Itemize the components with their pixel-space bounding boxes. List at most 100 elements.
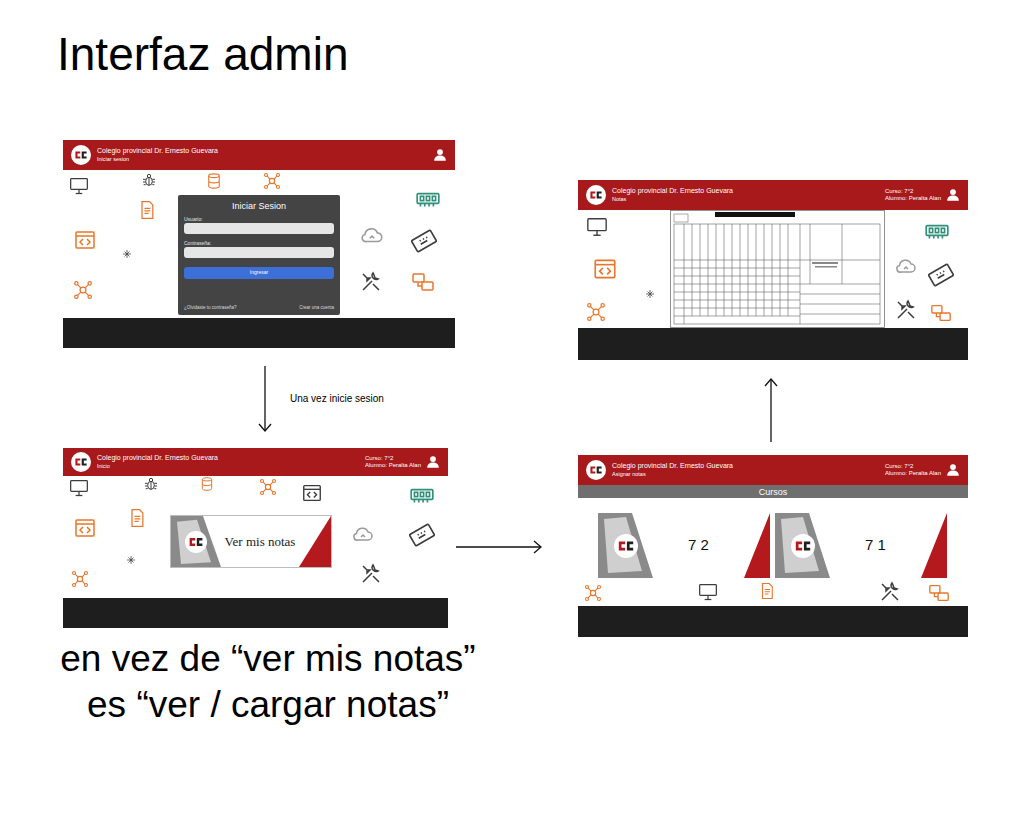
code-window-icon: [592, 256, 618, 282]
course-label: Curso: 7°2: [365, 455, 421, 463]
tools-icon: [359, 270, 383, 294]
ram-icon: [409, 482, 435, 508]
corner-triangle-icon: [744, 513, 770, 578]
flow-label: Una vez inicie sesion: [290, 392, 384, 405]
home-screen: Colegio provincial Dr. Ernesto Guevara I…: [63, 448, 448, 628]
user-icon[interactable]: [946, 188, 960, 202]
card-label: Ver mis notas: [221, 516, 299, 567]
tools-icon: [878, 580, 902, 604]
report-card-document: [670, 210, 885, 328]
monitor-icon: [586, 216, 608, 238]
network-icon: [584, 584, 602, 602]
page-title: Interfaz admin: [57, 26, 348, 82]
user-icon[interactable]: [433, 148, 447, 162]
user-icon[interactable]: [946, 463, 960, 477]
course-list: 7 2 7 1: [578, 498, 968, 578]
cloud-icon: [351, 522, 375, 546]
school-name: Colegio provincial Dr. Ernesto Guevara: [97, 147, 218, 156]
page-name: Inicio: [97, 463, 218, 470]
folders-icon: [930, 302, 952, 324]
canvas: Interfaz admin Colegio provincial Dr. Er…: [0, 0, 1026, 816]
ram-icon: [924, 218, 950, 244]
arrow-right-icon: [454, 540, 544, 554]
course-card[interactable]: 7 2: [598, 513, 770, 578]
code-window-icon: [301, 482, 323, 504]
sparkle-icon: [125, 554, 137, 566]
footer: [578, 328, 968, 360]
monitor-icon: [698, 582, 718, 602]
course-label: 7 2: [653, 513, 744, 578]
database-icon: [199, 476, 215, 492]
forgot-password-link[interactable]: ¿Olvidaste tu contraseña?: [184, 305, 237, 311]
school-logo-icon: [71, 145, 91, 165]
grades-screen: Colegio provincial Dr. Ernesto Guevara N…: [578, 180, 968, 360]
sparkle-icon: [644, 288, 656, 300]
header: Colegio provincial Dr. Ernesto Guevara N…: [578, 180, 968, 210]
keyboard-icon: [928, 262, 954, 288]
school-logo-icon: [185, 531, 207, 553]
document-icon: [127, 508, 147, 528]
student-label: Alumno: Peralta Alan: [885, 195, 941, 203]
username-input[interactable]: [184, 223, 334, 234]
school-logo-icon: [586, 460, 606, 480]
keyboard-icon: [409, 522, 435, 548]
page-name: Iniciar sesion: [97, 156, 218, 163]
code-window-icon: [73, 516, 97, 540]
bug-icon: [141, 172, 157, 188]
page-name: Notas: [612, 196, 733, 203]
header: Colegio provincial Dr. Ernesto Guevara A…: [578, 455, 968, 485]
section-title: Cursos: [578, 485, 968, 498]
grades-card[interactable]: Ver mis notas: [170, 515, 332, 568]
network-icon: [259, 478, 277, 496]
tools-icon: [359, 562, 383, 586]
login-button[interactable]: Ingresar: [184, 267, 334, 279]
arrow-down-icon: [258, 364, 272, 434]
password-input[interactable]: [184, 247, 334, 258]
footer: [63, 598, 448, 628]
footer: [578, 606, 968, 637]
school-name: Colegio provincial Dr. Ernesto Guevara: [97, 454, 218, 463]
sparkle-icon: [121, 248, 133, 260]
cloud-icon: [359, 222, 385, 248]
network-icon: [71, 570, 89, 588]
school-name: Colegio provincial Dr. Ernesto Guevara: [612, 462, 733, 471]
school-logo-icon: [614, 534, 638, 558]
network-icon: [73, 280, 93, 300]
card-splash: [598, 513, 653, 578]
register-link[interactable]: Crear una cuenta: [299, 305, 334, 311]
monitor-icon: [69, 478, 89, 498]
school-logo-icon: [791, 534, 815, 558]
bug-icon: [143, 476, 159, 492]
card-splash: [171, 516, 221, 567]
header: Colegio provincial Dr. Ernesto Guevara I…: [63, 448, 448, 476]
field-label: Usuario:: [184, 216, 334, 223]
page-name: Asignar notas: [612, 471, 733, 478]
folders-icon: [928, 582, 950, 604]
login-panel: Iniciar Sesion Usuario: Contraseña: Ingr…: [178, 195, 340, 315]
login-title: Iniciar Sesion: [184, 200, 334, 212]
corner-triangle-icon: [299, 516, 331, 567]
document-icon: [137, 200, 157, 220]
document-icon: [758, 582, 776, 600]
database-icon: [205, 172, 223, 190]
course-label: 7 1: [830, 513, 921, 578]
arrow-up-icon: [764, 376, 778, 444]
keyboard-icon: [411, 228, 437, 254]
corner-triangle-icon: [921, 513, 947, 578]
course-label: Curso: 7°2: [885, 463, 941, 471]
screen-body: [578, 210, 968, 328]
course-card[interactable]: 7 1: [775, 513, 947, 578]
card-splash: [775, 513, 830, 578]
cloud-icon: [894, 254, 918, 278]
school-logo-icon: [586, 185, 606, 205]
login-screen: Colegio provincial Dr. Ernesto Guevara I…: [63, 140, 455, 348]
tools-icon: [894, 298, 918, 322]
screen-body: Ver mis notas: [63, 476, 448, 598]
user-icon[interactable]: [426, 455, 440, 469]
code-window-icon: [73, 228, 97, 252]
course-label: Curso: 7°2: [885, 188, 941, 196]
network-icon: [263, 172, 281, 190]
school-logo-icon: [71, 452, 91, 472]
monitor-icon: [69, 176, 89, 196]
field-label: Contraseña:: [184, 240, 334, 247]
